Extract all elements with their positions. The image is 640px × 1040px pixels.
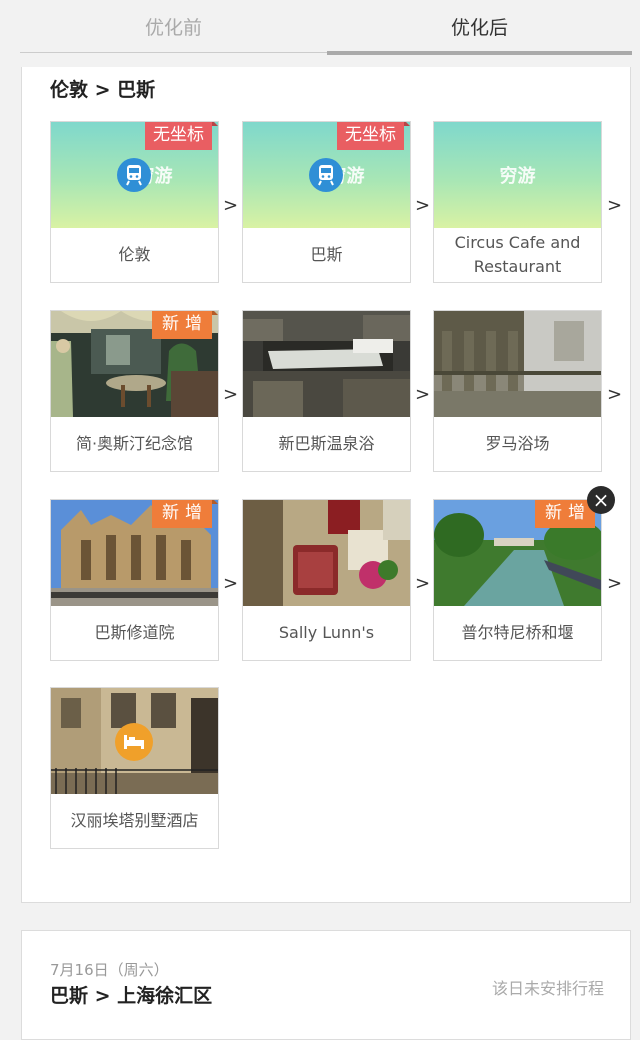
hotel-building-photo <box>51 688 218 794</box>
train-icon <box>117 158 151 192</box>
poi-card-henrietta-hotel[interactable]: 汉丽埃塔别墅酒店 <box>50 687 219 849</box>
route-arrow: > <box>607 573 623 594</box>
tab-after-optimization[interactable]: 优化后 <box>327 0 632 56</box>
poi-name: Sally Lunn's <box>278 623 375 642</box>
route-arrow: > <box>607 195 623 216</box>
sally-lunns-photo <box>243 500 410 606</box>
poi-card-london[interactable]: 穷游 无坐标 伦敦 <box>50 121 219 283</box>
day-itinerary-card: 伦敦 > 巴斯 穷游 无坐标 伦敦 > 穷游 无坐标 巴斯 > 穷游 Circu… <box>21 67 631 903</box>
tab-bar: 优化前 优化后 <box>0 0 640 56</box>
no-coordinates-badge: 无坐标 <box>145 122 218 150</box>
close-icon[interactable]: × <box>587 486 615 514</box>
poi-card-circus-cafe[interactable]: 穷游 Circus Cafe and Restaurant <box>433 121 602 283</box>
new-added-badge: 新增 <box>152 500 218 528</box>
poi-card-pulteney-bridge[interactable]: 新增 普尔特尼桥和堰 <box>433 499 602 661</box>
poi-name: 巴斯修道院 <box>94 623 175 642</box>
day-date: 7月16日（周六） <box>50 961 169 979</box>
poi-name: 普尔特尼桥和堰 <box>461 623 574 642</box>
route-arrow: > <box>415 573 431 594</box>
poi-card-bath[interactable]: 穷游 无坐标 巴斯 <box>242 121 411 283</box>
next-day-card[interactable]: 7月16日（周六） 巴斯 > 上海徐汇区 该日未安排行程 <box>21 930 631 1040</box>
qyer-logo: 穷游 <box>499 166 536 187</box>
poi-card-bath-abbey[interactable]: 新增 巴斯修道院 <box>50 499 219 661</box>
poi-name: 伦敦 <box>118 245 151 264</box>
route-arrow: > <box>415 195 431 216</box>
train-icon <box>309 158 343 192</box>
poi-name: 罗马浴场 <box>485 434 550 453</box>
bed-icon <box>115 723 153 761</box>
new-added-badge: 新增 <box>152 311 218 339</box>
new-added-badge: 新增 <box>535 500 601 528</box>
placeholder-image: 穷游 <box>434 122 601 228</box>
poi-card-jane-austen-centre[interactable]: 新增 简·奥斯汀纪念馆 <box>50 310 219 472</box>
route-arrow: > <box>223 384 239 405</box>
route-title: 伦敦 > 巴斯 <box>50 79 156 101</box>
route-title: 巴斯 > 上海徐汇区 <box>50 985 213 1007</box>
poi-card-thermae-bath-spa[interactable]: 新巴斯温泉浴 <box>242 310 411 472</box>
route-arrow: > <box>223 573 239 594</box>
route-arrow: > <box>223 195 239 216</box>
route-arrow: > <box>415 384 431 405</box>
poi-name: 汉丽埃塔别墅酒店 <box>70 811 199 830</box>
no-coordinates-badge: 无坐标 <box>337 122 410 150</box>
poi-name: 简·奥斯汀纪念馆 <box>75 434 194 453</box>
route-arrow: > <box>607 384 623 405</box>
poi-name: Circus Cafe and Restaurant <box>454 233 581 276</box>
roman-baths-photo <box>434 311 601 417</box>
poi-name: 巴斯 <box>310 245 343 264</box>
no-plan-status: 该日未安排行程 <box>491 979 604 998</box>
poi-card-roman-baths[interactable]: 罗马浴场 <box>433 310 602 472</box>
poi-card-sally-lunns[interactable]: Sally Lunn's <box>242 499 411 661</box>
tab-before-optimization[interactable]: 优化前 <box>20 0 327 56</box>
poi-name: 新巴斯温泉浴 <box>278 434 375 453</box>
tab-active-indicator <box>327 51 632 55</box>
rooftop-spa-photo <box>243 311 410 417</box>
